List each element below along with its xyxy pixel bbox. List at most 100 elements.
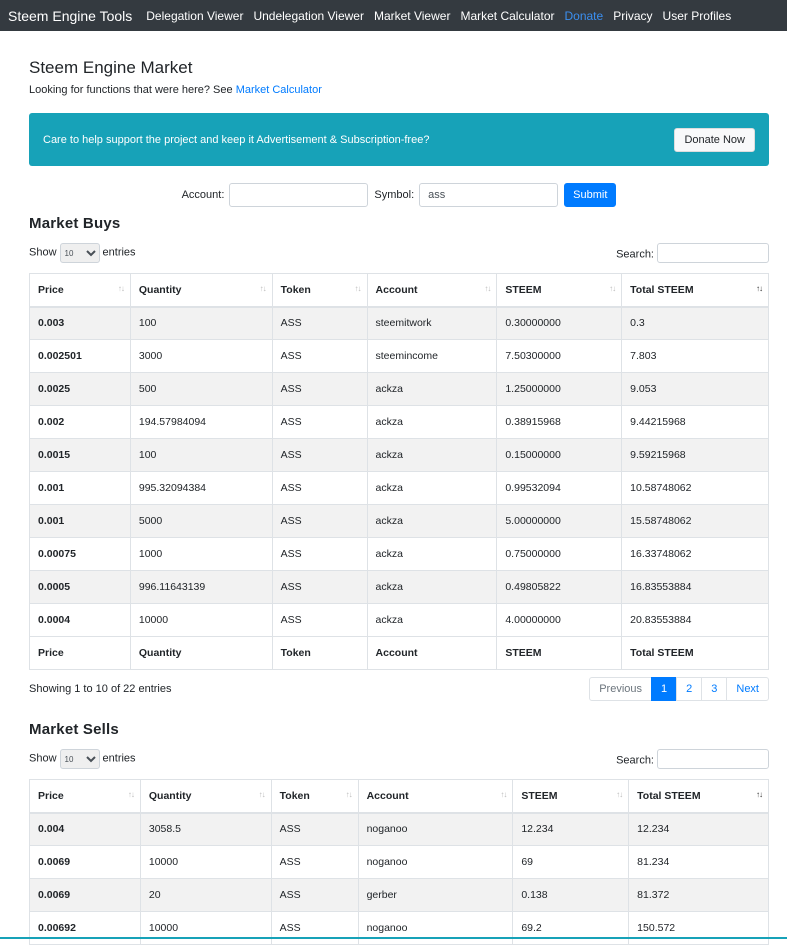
table-row: 0.0015 100 ASS ackza 0.15000000 9.59215968 <box>29 438 769 472</box>
entries-label: entries <box>102 246 136 259</box>
table-cell: noganoo <box>357 845 514 879</box>
buys-info: Showing 1 to 10 of 22 entries <box>29 683 172 695</box>
page-1-button[interactable]: 1 <box>651 677 678 701</box>
table-cell: ackza <box>366 504 498 538</box>
buys-length-select[interactable]: 10 <box>59 243 100 263</box>
table-cell: 16.33748062 <box>621 537 769 571</box>
sort-arrows-icon: ↑↓ <box>258 790 266 799</box>
sort-arrows-icon: ↑↓ <box>117 284 125 293</box>
buys-length-control: Show 10 entries <box>29 243 136 263</box>
table-cell: 0.003 <box>29 306 131 340</box>
table-row: 0.001 995.32094384 ASS ackza 0.99532094 10.58… <box>29 471 769 505</box>
table-cell: steemincome <box>366 339 498 373</box>
column-footer: STEEM <box>496 636 623 670</box>
column-header[interactable]: Quantity ↑↓ <box>129 273 273 308</box>
account-input[interactable] <box>229 183 369 207</box>
table-cell: 0.0069 <box>29 878 141 912</box>
nav-donate[interactable]: Donate <box>564 9 603 23</box>
table-cell: noganoo <box>357 911 514 945</box>
subtitle-text: Looking for functions that were here? Se… <box>29 84 236 96</box>
table-cell: 7.803 <box>621 339 769 373</box>
table-cell: ASS <box>270 845 359 879</box>
column-header[interactable]: Total STEEM ↑↓ <box>621 273 769 308</box>
nav-market-viewer[interactable]: Market Viewer <box>374 9 450 23</box>
table-cell: 9.59215968 <box>621 438 769 472</box>
table-cell: 0.0069 <box>29 845 141 879</box>
market-calculator-link[interactable]: Market Calculator <box>236 84 322 96</box>
column-header[interactable]: Quantity ↑↓ <box>139 779 272 814</box>
table-cell: 12.234 <box>512 812 630 846</box>
market-buys-title: Market Buys <box>29 215 121 232</box>
table-row: 0.0069 20 ASS gerber 0.138 81.372 <box>29 878 769 912</box>
table-cell: 3058.5 <box>139 812 272 846</box>
column-header[interactable]: Price ↑↓ <box>29 779 141 814</box>
table-cell: 0.001 <box>29 471 131 505</box>
table-cell: 0.3 <box>621 306 769 340</box>
submit-button[interactable]: Submit <box>564 183 617 207</box>
table-cell: ASS <box>270 878 359 912</box>
table-row: 0.0004 10000 ASS ackza 4.00000000 20.83553884 <box>29 603 769 637</box>
table-cell: ASS <box>270 812 359 846</box>
table-cell: 0.15000000 <box>496 438 623 472</box>
table-cell: 69 <box>512 845 630 879</box>
table-cell: 0.0025 <box>29 372 131 406</box>
table-cell: 7.50300000 <box>496 339 623 373</box>
table-cell: ASS <box>271 339 368 373</box>
table-cell: 9.44215968 <box>621 405 769 439</box>
sells-search-input[interactable] <box>657 749 769 769</box>
table-cell: 3000 <box>129 339 273 373</box>
table-cell: 10000 <box>139 845 272 879</box>
table-cell: 0.75000000 <box>496 537 623 571</box>
sells-header-row: Price ↑↓ Quantity ↑↓ Token ↑↓ Account ↑↓ STEEM ↑↓… <box>29 779 769 814</box>
table-row: 0.0005 996.11643139 ASS ackza 0.49805822 16.8… <box>29 570 769 604</box>
column-header[interactable]: Account ↑↓ <box>357 779 514 814</box>
page-next-button[interactable]: Next <box>726 677 769 701</box>
nav-privacy[interactable]: Privacy <box>613 9 652 23</box>
column-header[interactable]: Token ↑↓ <box>270 779 359 814</box>
table-row: 0.004 3058.5 ASS noganoo 12.234 12.234 <box>29 812 769 846</box>
column-header[interactable]: Account ↑↓ <box>366 273 498 308</box>
sort-arrows-icon: ↑↓ <box>500 790 507 799</box>
table-cell: 500 <box>129 372 273 406</box>
sells-length-select[interactable]: 10 <box>59 749 100 769</box>
column-header[interactable]: Token ↑↓ <box>271 273 368 308</box>
table-row: 0.00692 10000 ASS noganoo 69.2 150.572 <box>29 911 769 945</box>
buys-search-input[interactable] <box>657 243 769 263</box>
table-cell: 0.00075 <box>29 537 131 571</box>
market-buys-table: Price ↑↓ Quantity ↑↓ Token ↑↓ Account ↑↓ STEEM ↑↓… <box>29 273 769 670</box>
buys-pagination: Previous 1 2 3 Next <box>589 677 769 701</box>
nav-delegation-viewer[interactable]: Delegation Viewer <box>146 9 243 23</box>
sort-arrows-icon: ↑↓ <box>616 790 623 799</box>
table-row: 0.002 194.57984094 ASS ackza 0.38915968 9.442… <box>29 405 769 439</box>
column-header[interactable]: STEEM ↑↓ <box>496 273 623 308</box>
column-header[interactable]: Price ↑↓ <box>29 273 131 308</box>
page-3-button[interactable]: 3 <box>701 677 728 701</box>
nav-market-calculator[interactable]: Market Calculator <box>460 9 554 23</box>
brand-link[interactable]: Steem Engine Tools <box>8 8 132 24</box>
nav-undelegation-viewer[interactable]: Undelegation Viewer <box>253 9 364 23</box>
table-cell: ASS <box>271 405 368 439</box>
page-2-button[interactable]: 2 <box>676 677 703 701</box>
table-cell: 81.234 <box>628 845 769 879</box>
table-cell: 0.30000000 <box>496 306 623 340</box>
column-header[interactable]: STEEM ↑↓ <box>512 779 630 814</box>
donate-now-button[interactable]: Donate Now <box>674 127 755 152</box>
search-label: Search: <box>616 754 654 767</box>
column-footer: Price <box>29 636 131 670</box>
table-cell: 0.0005 <box>29 570 131 604</box>
symbol-input[interactable] <box>419 183 559 207</box>
table-cell: 10000 <box>129 603 273 637</box>
buys-header-row: Price ↑↓ Quantity ↑↓ Token ↑↓ Account ↑↓ STEEM ↑↓… <box>29 273 769 308</box>
page-previous-button[interactable]: Previous <box>589 677 652 701</box>
nav-user-profiles[interactable]: User Profiles <box>663 9 732 23</box>
column-header[interactable]: Total STEEM ↑↓ <box>628 779 769 814</box>
table-cell: ackza <box>366 537 498 571</box>
table-cell: 0.004 <box>29 812 141 846</box>
entries-label: entries <box>102 752 136 765</box>
table-cell: 0.0004 <box>29 603 131 637</box>
table-cell: 15.58748062 <box>621 504 769 538</box>
column-footer: Total STEEM <box>621 636 769 670</box>
table-cell: 81.372 <box>628 878 769 912</box>
table-cell: ackza <box>366 372 498 406</box>
buys-table-controls: Show 10 entries Search: <box>29 242 769 264</box>
